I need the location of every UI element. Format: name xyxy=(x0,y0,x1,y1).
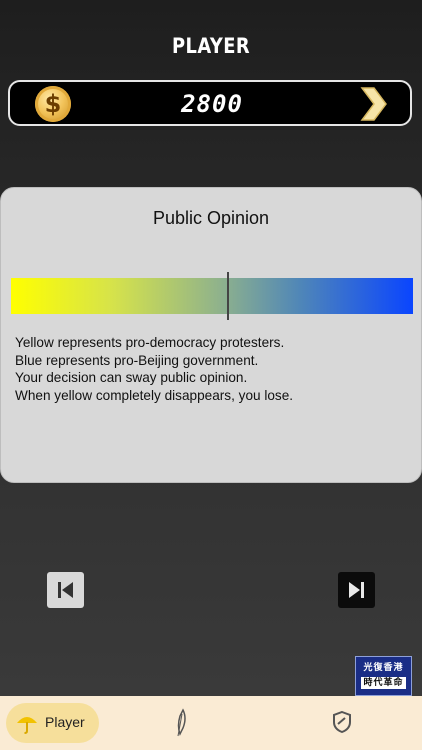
opinion-marker xyxy=(227,272,230,320)
panel-title: Public Opinion xyxy=(152,208,270,228)
description-line: Your decision can sway public opinion. xyxy=(15,370,248,385)
skip-next-icon xyxy=(349,582,364,598)
tab-shield[interactable] xyxy=(332,710,352,738)
tab-feather[interactable] xyxy=(171,708,191,743)
shield-icon xyxy=(333,710,351,734)
description-line: Blue represents pro-Beijing government. xyxy=(15,352,259,368)
umbrella-icon xyxy=(17,717,37,734)
tab-player[interactable]: Player xyxy=(6,703,99,743)
coin-balance-bar: $ 2800 xyxy=(8,80,412,126)
bottom-navigation: Player xyxy=(0,696,422,750)
coin-balance-value: 2800 xyxy=(181,90,243,118)
feather-icon xyxy=(177,708,186,737)
next-button[interactable] xyxy=(338,572,375,608)
chevron-right-icon[interactable] xyxy=(358,86,388,122)
page-title: PLAYER xyxy=(172,34,250,58)
opinion-description: Yellow represents pro-democracy proteste… xyxy=(15,334,410,404)
badge-line-1: 光復香港 xyxy=(363,663,404,673)
previous-button[interactable] xyxy=(47,572,84,608)
public-opinion-bar xyxy=(11,278,413,314)
public-opinion-panel: Public Opinion Yellow represents pro-dem… xyxy=(0,187,422,483)
skip-previous-icon xyxy=(58,582,73,598)
badge-line-2: 時代革命 xyxy=(361,677,406,689)
tab-player-label: Player xyxy=(45,714,85,730)
description-line: When yellow completely disappears, you l… xyxy=(15,387,294,403)
slogan-badge: 光復香港 時代革命 xyxy=(355,656,412,696)
description-line: Yellow represents pro-democracy proteste… xyxy=(15,335,285,350)
